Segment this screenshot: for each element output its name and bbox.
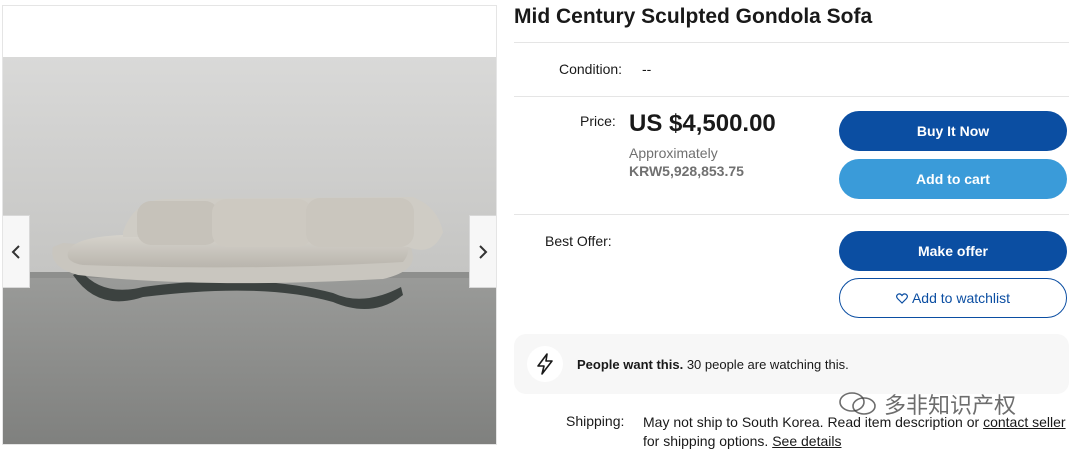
price-label: Price:: [580, 113, 616, 129]
heart-icon: [895, 292, 908, 304]
shipping-label: Shipping:: [566, 413, 625, 429]
chevron-right-icon: [479, 244, 488, 259]
buy-it-now-button[interactable]: Buy It Now: [839, 111, 1067, 151]
divider: [514, 42, 1069, 43]
lightning-icon: [537, 353, 553, 375]
approx-label: Approximately: [629, 145, 718, 161]
item-title: Mid Century Sculpted Gondola Sofa: [514, 5, 873, 28]
chevron-left-icon: [11, 244, 20, 259]
chat-bubbles-icon: [839, 392, 876, 415]
see-details-link[interactable]: See details: [772, 433, 841, 449]
watchers-message: People want this. 30 people are watching…: [577, 357, 849, 372]
condition-value: --: [642, 61, 652, 77]
shipping-text-2: for shipping options.: [643, 433, 769, 449]
next-image-button[interactable]: [469, 215, 496, 288]
watermark-text: 多非知识产权: [884, 394, 1017, 419]
add-to-watchlist-button[interactable]: Add to watchlist: [839, 278, 1067, 318]
approx-converted-price: KRW5,928,853.75: [629, 163, 744, 179]
watchlist-label: Add to watchlist: [911, 290, 1011, 306]
watermark: 多非知识产权: [838, 388, 1016, 420]
lightning-icon-circle: [527, 346, 563, 382]
image-gallery: [2, 5, 497, 445]
condition-label: Condition:: [559, 61, 623, 77]
price-value: US $4,500.00: [629, 110, 776, 137]
make-offer-button[interactable]: Make offer: [839, 231, 1067, 271]
add-to-cart-button[interactable]: Add to cart: [839, 159, 1067, 199]
product-photo[interactable]: [3, 57, 497, 445]
previous-image-button[interactable]: [3, 215, 30, 288]
watchers-count-text: 30 people are watching this.: [686, 357, 849, 372]
watchers-headline: People want this.: [577, 357, 684, 372]
divider: [514, 96, 1069, 97]
best-offer-label: Best Offer:: [545, 233, 612, 249]
divider: [514, 214, 1069, 215]
